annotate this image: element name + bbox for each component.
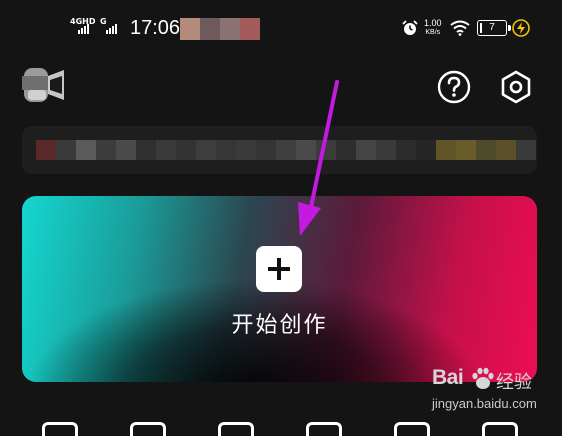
network-speed-value: 1.00 bbox=[424, 18, 442, 28]
settings-hexagon-icon[interactable] bbox=[498, 69, 534, 105]
network-speed-unit: KB/s bbox=[425, 29, 441, 36]
tool-icon-3[interactable] bbox=[218, 422, 254, 436]
blurred-notification-icons bbox=[180, 18, 260, 40]
wifi-icon bbox=[450, 20, 470, 36]
clock: 17:06 bbox=[130, 17, 181, 39]
charging-bolt-icon bbox=[512, 19, 530, 37]
watermark-url: jingyan.baidu.com bbox=[432, 396, 537, 411]
start-creating-label: 开始创作 bbox=[231, 313, 328, 338]
watermark-brand: Bai bbox=[432, 366, 464, 389]
baidu-paw-icon bbox=[472, 367, 494, 389]
tool-icon-2[interactable] bbox=[130, 422, 166, 436]
tool-icon-5[interactable] bbox=[394, 422, 430, 436]
battery-tip bbox=[508, 25, 511, 31]
tool-icon-1[interactable] bbox=[42, 422, 78, 436]
tool-icon-6[interactable] bbox=[482, 422, 518, 436]
tool-icon-4[interactable] bbox=[306, 422, 342, 436]
blurred-avatar-icon[interactable] bbox=[20, 66, 66, 104]
battery-icon: 7 bbox=[477, 20, 511, 36]
help-circle-icon[interactable] bbox=[436, 69, 472, 105]
start-creating-card[interactable]: 开始创作 bbox=[22, 196, 537, 382]
alarm-icon bbox=[402, 20, 418, 35]
network-speed: 1.00 KB/s bbox=[424, 19, 442, 37]
signal-strength-icon-2 bbox=[106, 24, 117, 34]
signal-strength-icon bbox=[78, 24, 89, 34]
battery-level: 7 bbox=[489, 22, 495, 33]
blurred-notice-content bbox=[36, 140, 536, 160]
watermark-brand-cn: 经验 bbox=[496, 372, 532, 393]
baidu-jingyan-watermark: Bai 经验 jingyan.baidu.com bbox=[432, 366, 560, 422]
plus-icon[interactable] bbox=[256, 246, 302, 292]
status-bar: 4GHD G 17:06 1.00 KB/s 7 bbox=[0, 0, 562, 58]
notice-banner[interactable] bbox=[22, 126, 537, 174]
